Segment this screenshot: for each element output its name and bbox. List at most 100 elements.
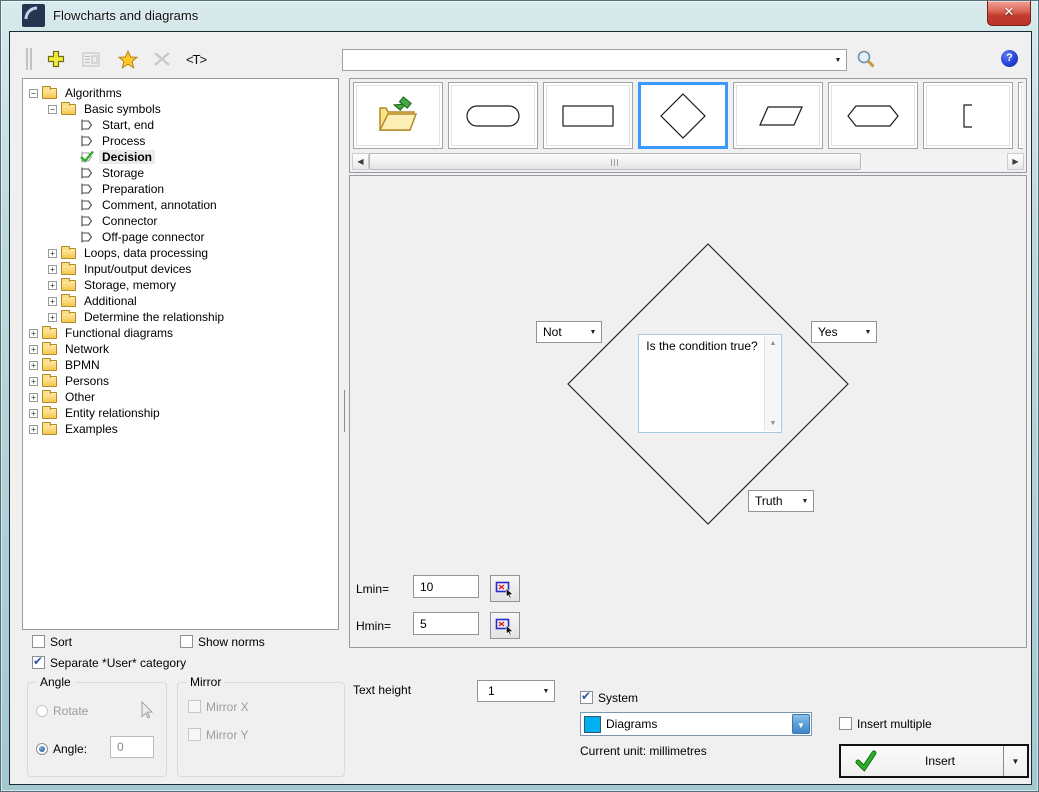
gallery-item-data-io[interactable] (733, 82, 823, 149)
gallery-item-decision[interactable] (638, 82, 728, 149)
insert-multiple-checkbox[interactable]: Insert multiple (839, 716, 932, 731)
tree-toggle-plus-icon[interactable]: + (48, 313, 57, 322)
tree-toggle-plus-icon[interactable]: + (29, 393, 38, 402)
tree-toggle-plus-icon[interactable]: + (29, 425, 38, 434)
mirror-x-checkbox[interactable]: Mirror X (188, 699, 249, 714)
tree-item-algorithms[interactable]: −Algorithms (23, 85, 338, 101)
toolbar-grip[interactable] (26, 48, 32, 70)
lmin-input[interactable] (413, 575, 479, 598)
tree-item-label: Network (62, 342, 112, 356)
tree-item-start-end[interactable]: Start, end (23, 117, 338, 133)
tree-item-connector[interactable]: Connector (23, 213, 338, 229)
gallery-item-next-partial[interactable] (1018, 82, 1023, 149)
tree-item-examples[interactable]: +Examples (23, 421, 338, 437)
gallery-item-parent-folder[interactable] (353, 82, 443, 149)
sort-checkbox[interactable]: Sort (32, 634, 72, 649)
mirror-y-checkbox[interactable]: Mirror Y (188, 727, 248, 742)
gallery-item-process[interactable] (543, 82, 633, 149)
lmin-reset-button[interactable] (490, 575, 520, 602)
branch-right-combo[interactable]: Yes ▼ (811, 321, 877, 343)
tree-item-entity-relationship[interactable]: +Entity relationship (23, 405, 338, 421)
tree-item-storage[interactable]: Storage (23, 165, 338, 181)
tree-toggle-plus-icon[interactable]: + (29, 329, 38, 338)
x-icon (153, 51, 171, 67)
tree-item-comment-annotation[interactable]: Comment, annotation (23, 197, 338, 213)
branch-left-combo[interactable]: Not ▼ (536, 321, 602, 343)
gallery-item-comment[interactable] (923, 82, 1013, 149)
tree-toggle-plus-icon[interactable]: + (48, 297, 57, 306)
tree-toggle-minus-icon[interactable]: − (29, 89, 38, 98)
tree-item-basic-symbols[interactable]: −Basic symbols (23, 101, 338, 117)
system-checkbox[interactable]: System (580, 690, 638, 705)
search-combo-arrow[interactable]: ▼ (830, 50, 846, 70)
insert-button[interactable]: Insert ▼ (839, 744, 1029, 778)
tree-item-other[interactable]: +Other (23, 389, 338, 405)
tree-item-determine-the-relationship[interactable]: +Determine the relationship (23, 309, 338, 325)
separate-user-checkbox[interactable]: Separate *User* category (32, 655, 186, 670)
scroll-up-icon[interactable]: ▲ (765, 336, 781, 351)
tree-item-bpmn[interactable]: +BPMN (23, 357, 338, 373)
insert-dropdown-arrow[interactable]: ▼ (1003, 746, 1027, 776)
folder-icon (61, 312, 76, 323)
titlebar[interactable]: Flowcharts and diagrams ✕ (1, 1, 1038, 31)
system-label: System (598, 691, 638, 705)
properties-button[interactable] (78, 46, 104, 72)
favorites-button[interactable] (115, 46, 141, 72)
delete-button[interactable] (149, 46, 175, 72)
tree-toggle-minus-icon[interactable]: − (48, 105, 57, 114)
tree-item-preparation[interactable]: Preparation (23, 181, 338, 197)
tree-toggle-plus-icon[interactable]: + (29, 377, 38, 386)
condition-scrollbar[interactable]: ▲ ▼ (764, 336, 780, 431)
search-button[interactable] (855, 49, 877, 71)
tree-item-label: Preparation (99, 182, 167, 196)
angle-input[interactable] (110, 736, 154, 758)
hmin-reset-button[interactable] (490, 612, 520, 639)
angle-radio[interactable]: Angle: (36, 741, 87, 756)
gallery-item-terminator[interactable] (448, 82, 538, 149)
add-symbol-button[interactable] (43, 46, 69, 72)
close-button[interactable]: ✕ (987, 1, 1031, 26)
scroll-down-icon[interactable]: ▼ (765, 416, 781, 431)
window-title: Flowcharts and diagrams (53, 8, 198, 23)
tree-toggle-plus-icon[interactable]: + (48, 281, 57, 290)
tree-item-storage-memory[interactable]: +Storage, memory (23, 277, 338, 293)
tree-item-network[interactable]: + Network (23, 341, 338, 357)
open-folder-up-icon (376, 96, 420, 136)
scroll-left-icon[interactable]: ◀ (352, 153, 369, 170)
gallery-scrollbar[interactable]: ◀ ▶ (352, 153, 1024, 170)
rotate-radio[interactable]: Rotate (36, 703, 88, 718)
tree-item-off-page-connector[interactable]: Off-page connector (23, 229, 338, 245)
tree-toggle-plus-icon[interactable]: + (29, 345, 38, 354)
tree-item-loops-data-processing[interactable]: +Loops, data processing (23, 245, 338, 261)
search-input[interactable] (343, 50, 830, 70)
tree-item-additional[interactable]: +Additional (23, 293, 338, 309)
tree-item-functional-diagrams[interactable]: +Functional diagrams (23, 325, 338, 341)
text-height-combo[interactable]: 1 ▼ (477, 680, 555, 702)
tree-toggle-plus-icon[interactable]: + (48, 265, 57, 274)
rotate-label: Rotate (53, 704, 88, 718)
tree-item-input-output-devices[interactable]: +Input/output devices (23, 261, 338, 277)
hmin-input[interactable] (413, 612, 479, 635)
layer-combo[interactable]: Diagrams ▼ (580, 712, 812, 736)
tree-item-decision[interactable]: Decision (23, 149, 338, 165)
gallery-item-preparation[interactable] (828, 82, 918, 149)
tree-item-process[interactable]: Process (23, 133, 338, 149)
show-norms-checkbox[interactable]: Show norms (180, 634, 265, 649)
branch-bottom-combo[interactable]: Truth ▼ (748, 490, 814, 512)
text-symbol-button[interactable]: <T> (183, 46, 209, 72)
app-icon (22, 4, 45, 27)
search-combo[interactable]: ▼ (342, 49, 847, 71)
tree-toggle-plus-icon[interactable]: + (29, 361, 38, 370)
tree-item-persons[interactable]: +Persons (23, 373, 338, 389)
check-icon (855, 750, 877, 772)
panel-splitter[interactable] (344, 390, 345, 432)
scrollbar-thumb[interactable] (369, 153, 861, 170)
help-button[interactable]: ? (1001, 50, 1018, 67)
condition-textbox[interactable]: Is the condition true? ▲ ▼ (638, 334, 782, 433)
scroll-right-icon[interactable]: ▶ (1007, 153, 1024, 170)
tree-toggle-plus-icon[interactable]: + (48, 249, 57, 258)
tree-toggle-plus-icon[interactable]: + (29, 409, 38, 418)
tree-item-label: Connector (99, 214, 160, 228)
help-icon: ? (1006, 52, 1013, 64)
tree-item-label: Off-page connector (99, 230, 208, 244)
